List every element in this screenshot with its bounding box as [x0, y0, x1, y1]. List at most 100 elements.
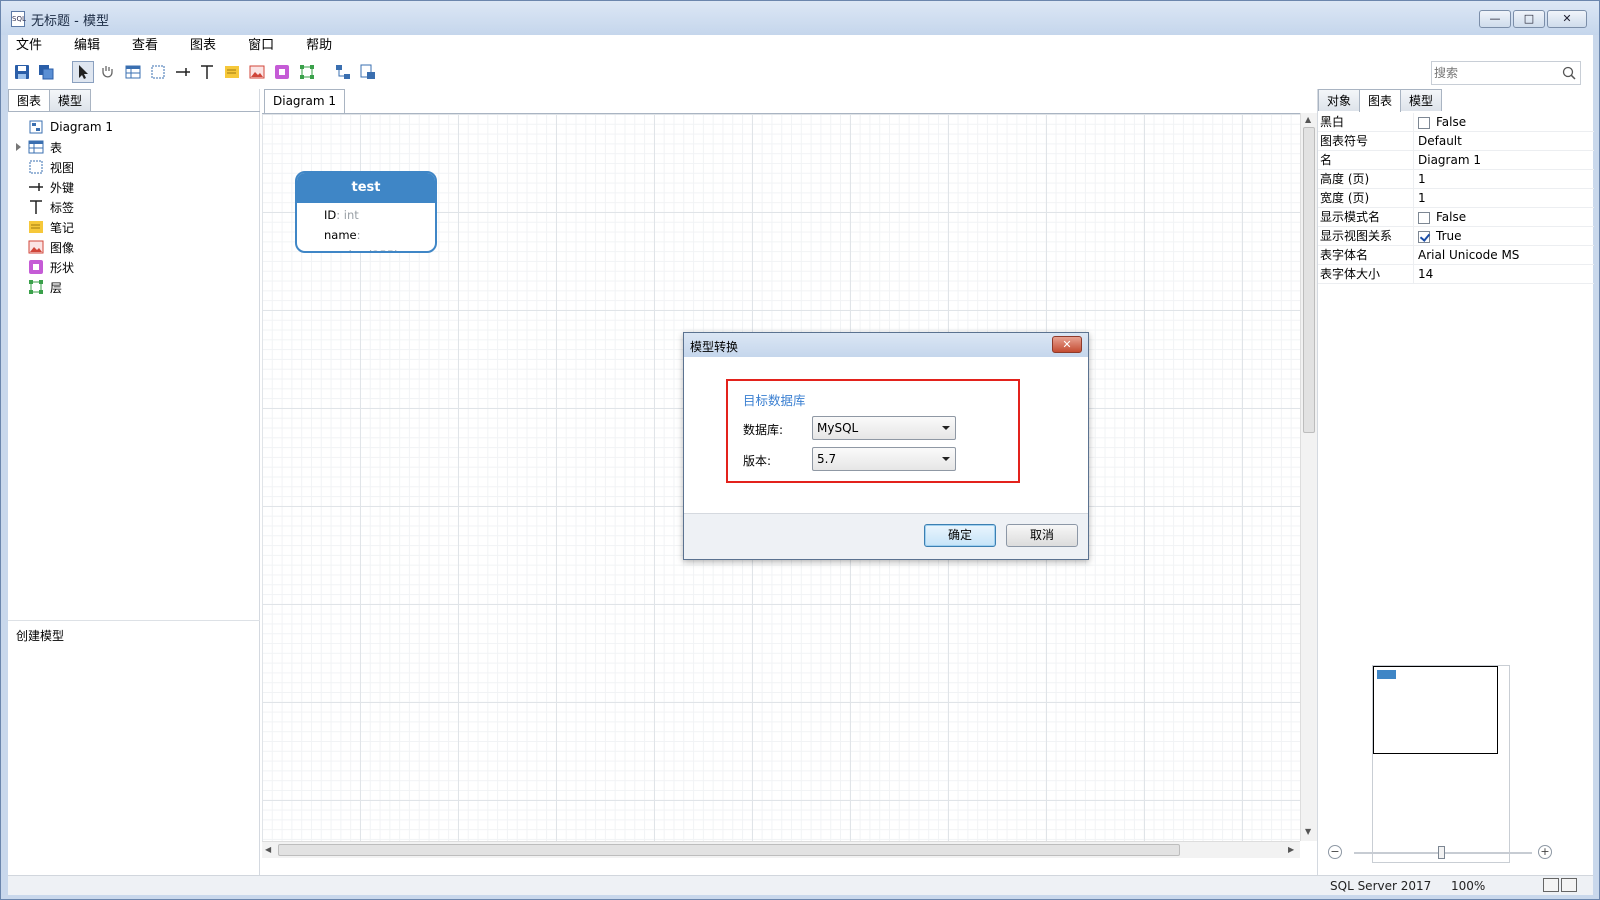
page-view-icon[interactable] — [1543, 878, 1559, 892]
vertical-scroll-thumb[interactable] — [1303, 127, 1315, 433]
label-tool[interactable] — [196, 61, 218, 83]
tree-item-diagram[interactable]: Diagram 1 — [8, 117, 260, 137]
dialog-title: 模型转换 — [690, 340, 739, 354]
property-row[interactable]: 黑白 False — [1318, 113, 1594, 132]
menu-help[interactable]: 帮助 — [304, 35, 334, 57]
search-input[interactable] — [1434, 64, 1554, 82]
dialog-title-bar: 模型转换 ✕ — [684, 333, 1088, 357]
tree-item-label: Diagram 1 — [50, 120, 113, 134]
target-database-label: 目标数据库 — [743, 393, 806, 408]
scroll-up-icon[interactable]: ▲ — [1305, 115, 1311, 124]
property-checkbox[interactable] — [1418, 116, 1430, 129]
dialog-footer: 确定 取消 — [684, 513, 1088, 559]
scroll-left-icon[interactable]: ◀ — [265, 845, 271, 854]
note-tool[interactable] — [221, 61, 243, 83]
tree-item-label: 层 — [50, 280, 63, 295]
image-tool[interactable] — [246, 61, 268, 83]
fit-view-icon[interactable] — [1561, 878, 1577, 892]
cancel-button[interactable]: 取消 — [1006, 524, 1078, 547]
tree-item-views[interactable]: 视图 — [8, 157, 260, 177]
tree-item-notes[interactable]: 笔记 — [8, 217, 260, 237]
pointer-tool[interactable] — [72, 61, 94, 83]
tree-item-label: 图像 — [50, 240, 75, 255]
layer-tool[interactable] — [296, 61, 318, 83]
menu-bar: 文件 编辑 查看 图表 窗口 帮助 — [8, 35, 1593, 57]
menu-view[interactable]: 查看 — [130, 35, 160, 57]
database-select[interactable]: MySQL — [812, 416, 956, 440]
property-row[interactable]: 表字体大小 14 — [1318, 265, 1594, 284]
zoom-slider-handle[interactable] — [1438, 846, 1445, 859]
foreign-key-icon — [29, 183, 43, 191]
tab-diagram[interactable]: 图表 — [8, 89, 51, 112]
tree-item-foreign-keys[interactable]: 外键 — [8, 177, 260, 197]
tab-model-props[interactable]: 模型 — [1400, 89, 1443, 111]
maximize-button[interactable]: □ — [1513, 10, 1545, 28]
model-convert-tool[interactable] — [357, 61, 379, 83]
property-key: 图表符号 — [1320, 134, 1369, 148]
tab-diagram-props[interactable]: 图表 — [1359, 89, 1402, 112]
version-select[interactable]: 5.7 — [812, 447, 956, 471]
property-row[interactable]: 显示模式名 False — [1318, 208, 1594, 227]
property-key: 显示模式名 — [1320, 210, 1381, 224]
ok-button[interactable]: 确定 — [924, 524, 996, 547]
description-panel: 创建模型 — [8, 620, 260, 875]
tab-diagram-1[interactable]: Diagram 1 — [264, 89, 345, 113]
horizontal-scroll-thumb[interactable] — [278, 844, 1180, 856]
menu-edit[interactable]: 编辑 — [72, 35, 102, 57]
vertical-scrollbar[interactable]: ▲ ▼ — [1300, 113, 1317, 841]
auto-layout-tool[interactable] — [332, 61, 354, 83]
property-row[interactable]: 宽度 (页) 1 — [1318, 189, 1594, 208]
new-view-tool[interactable] — [147, 61, 169, 83]
save-button[interactable] — [11, 61, 33, 83]
property-value: False — [1436, 115, 1467, 129]
property-row[interactable]: 表字体名 Arial Unicode MS — [1318, 246, 1594, 265]
property-row[interactable]: 图表符号 Default — [1318, 132, 1594, 151]
status-icons — [1541, 878, 1577, 892]
left-tabs: 图表 模型 — [8, 89, 92, 112]
foreign-key-tool[interactable] — [172, 61, 194, 83]
entity-field[interactable]: name: varchar(255) — [297, 225, 435, 251]
property-value: 14 — [1418, 267, 1434, 281]
property-key: 黑白 — [1320, 115, 1345, 129]
save-as-button[interactable] — [35, 61, 57, 83]
close-window-button[interactable]: ✕ — [1547, 10, 1587, 28]
entity-field[interactable]: ID: int — [297, 205, 435, 225]
navigator-viewport[interactable] — [1373, 666, 1498, 754]
tab-model[interactable]: 模型 — [49, 89, 92, 111]
tree-item-tables[interactable]: 表 — [8, 137, 260, 157]
minimize-button[interactable]: — — [1479, 10, 1511, 28]
dialog-close-button[interactable]: ✕ — [1052, 336, 1082, 353]
scroll-right-icon[interactable]: ▶ — [1288, 845, 1294, 854]
navigator-preview[interactable] — [1372, 665, 1510, 863]
zoom-in-icon[interactable]: + — [1538, 845, 1552, 859]
hand-tool[interactable] — [96, 61, 118, 83]
menu-file[interactable]: 文件 — [14, 35, 44, 57]
zoom-out-icon[interactable]: − — [1328, 845, 1342, 859]
menu-window[interactable]: 窗口 — [246, 35, 276, 57]
property-row[interactable]: 显示视图关系 True — [1318, 227, 1594, 246]
search-icon[interactable] — [1562, 66, 1576, 80]
entity-table[interactable]: test ID: int name: varchar(255) — [295, 171, 437, 253]
property-checkbox[interactable] — [1418, 211, 1430, 224]
expand-arrow-icon[interactable] — [16, 143, 21, 151]
tree-item-labels[interactable]: 标签 — [8, 197, 260, 217]
scroll-down-icon[interactable]: ▼ — [1305, 827, 1311, 836]
new-table-tool[interactable] — [122, 61, 144, 83]
tabs-divider — [8, 111, 260, 112]
menu-diagram[interactable]: 图表 — [188, 35, 218, 57]
tree-item-shapes[interactable]: 形状 — [8, 257, 260, 277]
window-controls: — □ ✕ — [1477, 10, 1587, 28]
property-row[interactable]: 高度 (页) 1 — [1318, 170, 1594, 189]
tree-item-layers[interactable]: 层 — [8, 277, 260, 297]
tab-objects[interactable]: 对象 — [1318, 89, 1361, 111]
image-icon — [249, 65, 265, 79]
property-key: 显示视图关系 — [1320, 229, 1393, 243]
property-row[interactable]: 名 Diagram 1 — [1318, 151, 1594, 170]
horizontal-scrollbar[interactable]: ◀ ▶ — [262, 841, 1300, 858]
layer-icon — [29, 280, 43, 294]
tree-item-label: 形状 — [50, 260, 75, 275]
property-checkbox[interactable] — [1418, 230, 1430, 243]
save-icon — [15, 65, 29, 79]
tree-item-images[interactable]: 图像 — [8, 237, 260, 257]
shape-tool[interactable] — [271, 61, 293, 83]
